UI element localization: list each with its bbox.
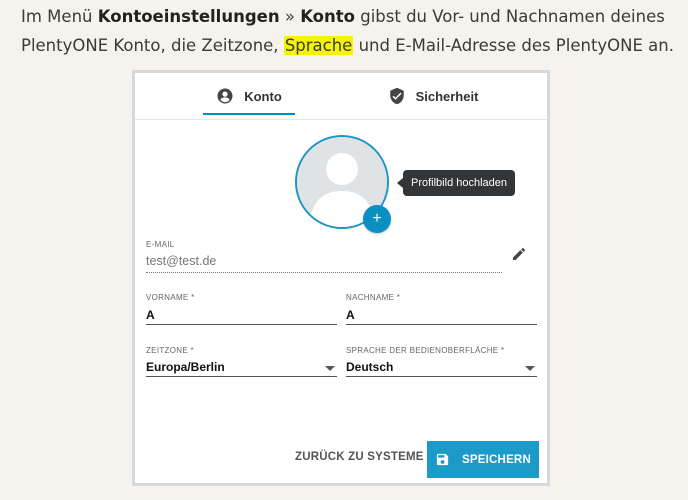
sprache-label: Sprache der Bedienoberfläche * [346, 346, 505, 355]
account-circle-icon [216, 87, 234, 105]
zeitzone-underline [146, 376, 337, 377]
highlighted-word: Sprache [283, 36, 354, 55]
submenu-name: Konto [300, 7, 355, 26]
upload-tooltip: Profilbild hochladen [396, 170, 516, 196]
plus-icon: + [372, 210, 382, 227]
zeitzone-select[interactable]: Europa/Berlin [146, 360, 225, 374]
menu-name: Kontoeinstellungen [97, 7, 280, 26]
email-label: E-Mail [146, 240, 175, 249]
sprache-underline [346, 376, 537, 377]
edit-email-icon[interactable] [511, 246, 527, 267]
email-underline [146, 272, 502, 273]
save-button-label: SPEICHERN [462, 453, 531, 466]
account-settings-screenshot: Konto Sicherheit + Profilbild hochladen … [132, 70, 550, 486]
intro-text-3: und E-Mail-Adresse des PlentyONE an. [353, 36, 674, 55]
tab-sicherheit[interactable]: Sicherheit [367, 73, 499, 119]
intro-paragraph: Im Menü Kontoeinstellungen » Konto gibst… [21, 2, 681, 60]
tab-sicherheit-label: Sicherheit [415, 88, 479, 104]
shield-check-icon [388, 87, 406, 105]
save-disk-icon [435, 452, 450, 467]
nachname-input[interactable]: A [346, 308, 355, 322]
save-button[interactable]: SPEICHERN [427, 441, 539, 478]
tooltip-text: Profilbild hochladen [411, 177, 508, 189]
vorname-underline [146, 324, 337, 325]
vorname-label: Vorname * [146, 293, 195, 302]
tab-bar: Konto Sicherheit [135, 73, 547, 120]
sprache-select[interactable]: Deutsch [346, 360, 393, 374]
tab-konto-label: Konto [244, 88, 282, 104]
back-to-systems-button[interactable]: ZURÜCK ZU SYSTEME [295, 451, 424, 463]
zeitzone-dropdown-arrow-icon[interactable] [325, 366, 335, 371]
vorname-input[interactable]: A [146, 308, 155, 322]
sprache-dropdown-arrow-icon[interactable] [525, 366, 535, 371]
active-tab-indicator [203, 113, 295, 115]
intro-text-1: Im Menü [21, 7, 98, 26]
nachname-label: Nachname * [346, 293, 401, 302]
upload-photo-button[interactable]: + [363, 205, 391, 233]
nachname-underline [346, 324, 537, 325]
email-field[interactable]: test@test.de [146, 254, 216, 268]
intro-separator: » [279, 7, 301, 26]
zeitzone-label: Zeitzone * [146, 346, 194, 355]
